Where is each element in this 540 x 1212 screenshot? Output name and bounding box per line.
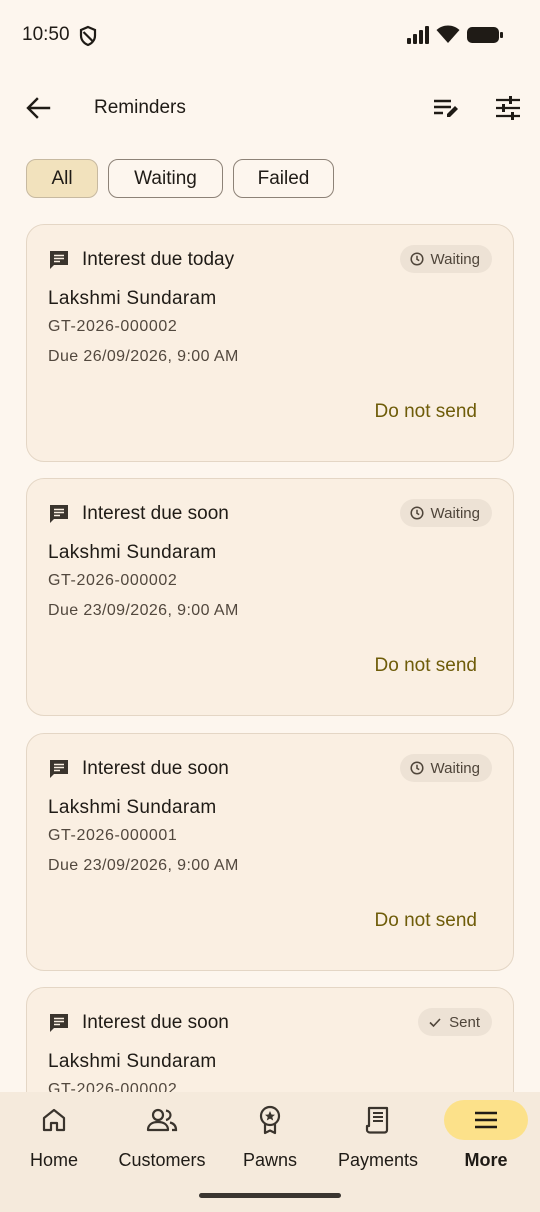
check-icon [429, 1018, 441, 1028]
message-icon [50, 760, 68, 778]
app-bar: Reminders [0, 80, 540, 136]
message-icon [50, 1014, 68, 1032]
customer-name: Lakshmi Sundaram [48, 1051, 217, 1072]
nav-pawns[interactable]: Pawns [228, 1092, 312, 1184]
chip-all[interactable]: All [26, 159, 98, 198]
status-badge: Waiting [399, 245, 492, 273]
back-button[interactable] [18, 92, 58, 124]
reminder-title: Interest due soon [82, 758, 229, 779]
menu-icon [475, 1111, 497, 1129]
customer-name: Lakshmi Sundaram [48, 542, 217, 563]
home-icon [42, 1108, 66, 1132]
nav-label: Home [29, 1150, 78, 1170]
reminder-card[interactable]: Interest due soon Sent Lakshmi Sundaram … [26, 987, 514, 1092]
ticket-number: GT-2026-000002 [48, 1081, 178, 1092]
pawns-icon [259, 1105, 281, 1135]
due-date: Due 23/09/2026, 9:00 AM [48, 857, 239, 874]
due-date: Due 26/09/2026, 9:00 AM [48, 348, 239, 365]
status-label: Waiting [430, 250, 480, 268]
clock-icon [409, 761, 424, 775]
due-date: Due 23/09/2026, 9:00 AM [48, 602, 239, 619]
reminder-card[interactable]: Interest due today Waiting Lakshmi Sunda… [26, 224, 514, 462]
nav-label: Customers [118, 1150, 206, 1170]
reminder-list: Interest due today Waiting Lakshmi Sunda… [26, 224, 514, 1092]
wifi-icon [436, 25, 460, 43]
filters-button[interactable] [490, 92, 526, 124]
do-not-send-button[interactable]: Do not send [375, 401, 477, 423]
tune-icon [496, 96, 520, 120]
message-icon [50, 251, 68, 269]
signal-icon [407, 26, 429, 44]
home-indicator[interactable] [199, 1193, 341, 1198]
status-badge: Sent [418, 1008, 492, 1036]
nav-label: More [464, 1150, 508, 1170]
status-label: Sent [449, 1013, 480, 1031]
shield-icon [79, 25, 97, 47]
reminder-card[interactable]: Interest due soon Waiting Lakshmi Sundar… [26, 478, 514, 716]
ticket-number: GT-2026-000002 [48, 572, 178, 589]
edit-note-icon [434, 99, 458, 117]
customer-name: Lakshmi Sundaram [48, 288, 217, 309]
reminder-card[interactable]: Interest due soon Waiting Lakshmi Sundar… [26, 733, 514, 971]
status-bar: 10:50 [0, 0, 540, 72]
nav-payments[interactable]: Payments [328, 1092, 428, 1184]
ticket-number: GT-2026-000002 [48, 318, 178, 335]
chip-failed[interactable]: Failed [233, 159, 334, 198]
clock-icon [409, 506, 424, 520]
clock-icon [409, 252, 424, 266]
status-label: Waiting [430, 759, 480, 777]
battery-icon [467, 27, 503, 43]
do-not-send-button[interactable]: Do not send [375, 910, 477, 932]
status-badge: Waiting [399, 754, 492, 782]
ticket-number: GT-2026-000001 [48, 827, 178, 844]
page-title: Reminders [94, 97, 186, 118]
payments-icon [365, 1106, 389, 1134]
message-icon [50, 505, 68, 523]
customers-icon [146, 1108, 178, 1132]
reminder-title: Interest due today [82, 249, 235, 270]
edit-templates-button[interactable] [428, 92, 464, 124]
status-time: 10:50 [22, 24, 70, 45]
filter-chips: All Waiting Failed [26, 159, 334, 198]
status-badge: Waiting [399, 499, 492, 527]
nav-label: Payments [337, 1150, 419, 1170]
do-not-send-button[interactable]: Do not send [375, 655, 477, 677]
arrow-back-icon [26, 97, 51, 119]
chip-waiting[interactable]: Waiting [108, 159, 223, 198]
reminder-title: Interest due soon [82, 503, 229, 524]
nav-label: Pawns [242, 1150, 298, 1170]
nav-customers[interactable]: Customers [112, 1092, 212, 1184]
customer-name: Lakshmi Sundaram [48, 797, 217, 818]
nav-more[interactable]: More [444, 1092, 528, 1184]
reminder-title: Interest due soon [82, 1012, 229, 1033]
nav-home[interactable]: Home [12, 1092, 96, 1184]
status-label: Waiting [430, 504, 480, 522]
